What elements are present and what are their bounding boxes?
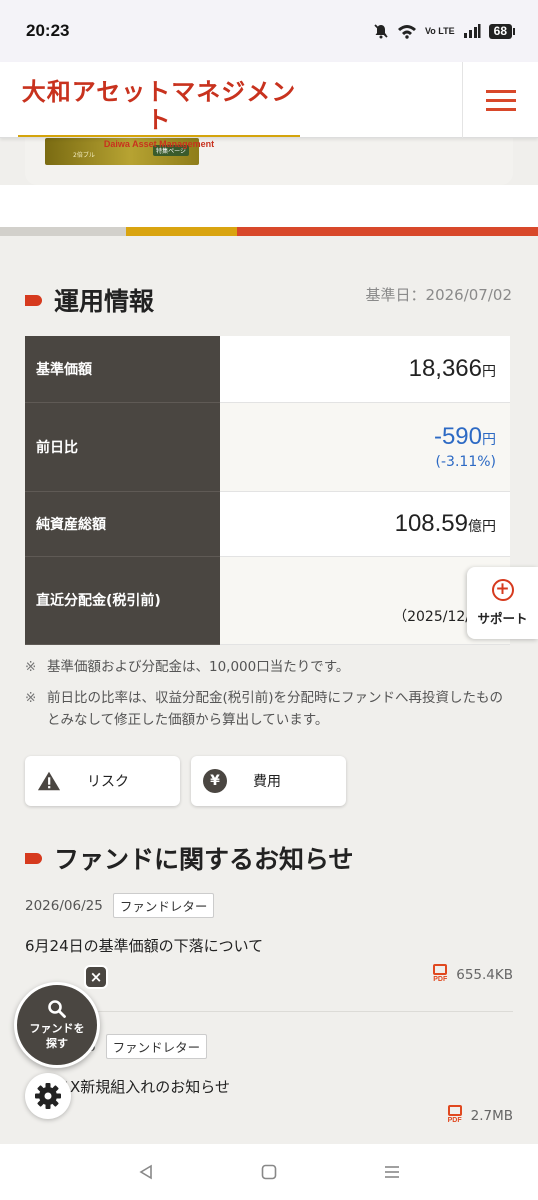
close-fab-button[interactable]: × xyxy=(84,965,108,989)
logo-text-en: Daiwa Asset Management xyxy=(103,139,215,149)
banner-small-text: 2倍ブル xyxy=(73,152,95,159)
status-bar: 20:23 Vo LTE 68 xyxy=(0,0,538,62)
heading-marker xyxy=(25,294,42,306)
signal-icon xyxy=(463,24,481,38)
note-text: 前日比の比率は、収益分配金(税引前)を分配時にファンドへ再投資したものとみなして… xyxy=(47,690,504,728)
base-date: 基準日：2026/07/02 xyxy=(365,286,512,304)
yen-icon: ¥ xyxy=(203,769,227,793)
back-icon[interactable] xyxy=(137,1163,155,1181)
file-size: 655.4KB xyxy=(456,967,513,983)
stripe-segment-gray xyxy=(0,227,126,236)
table-row: 基準価額 18,366円 xyxy=(25,336,510,403)
file-size: 2.7MB xyxy=(470,1108,513,1124)
color-stripe xyxy=(0,227,538,236)
logo-text-jp: 大和アセットマネジメント xyxy=(21,77,297,134)
risk-label: リスク xyxy=(87,774,129,790)
table-row: 純資産総額 108.59億円 xyxy=(25,491,510,557)
find-fund-label: ファンドを 探す xyxy=(30,1021,85,1051)
mute-icon xyxy=(374,24,388,39)
system-navigation-bar xyxy=(0,1144,538,1200)
plus-circle-icon: + xyxy=(491,579,514,601)
find-fund-label-line1: ファンドを xyxy=(29,1022,85,1035)
fund-info-table: 基準価額 18,366円 前日比 -590円 (-3.11%) 純資産総額 10… xyxy=(25,336,510,645)
heading-marker xyxy=(25,852,42,864)
cost-label: 費用 xyxy=(253,774,281,790)
operation-title: 運用情報 xyxy=(54,287,155,316)
pdf-icon: PDF xyxy=(445,1105,465,1127)
warning-icon xyxy=(37,769,61,793)
support-button[interactable]: + サポート xyxy=(467,567,538,639)
row-value-net-assets: 108.59億円 xyxy=(220,491,510,557)
table-row: 前日比 -590円 (-3.11%) xyxy=(25,402,510,492)
menu-bar xyxy=(485,107,516,111)
nav-unit: 円 xyxy=(482,363,496,380)
operation-heading: 運用情報 xyxy=(25,282,154,318)
battery-indicator: 68 xyxy=(488,23,516,39)
table-row: 直近分配金(税引前) （2025/12/ xyxy=(25,556,510,645)
status-icons: Vo LTE 68 xyxy=(373,23,516,39)
logo-underline xyxy=(18,135,300,137)
news-meta: 6 ファンドレター xyxy=(25,1034,513,1059)
news-title: ファンドに関するお知らせ xyxy=(54,845,354,874)
net-assets-value: 108.59 xyxy=(394,509,468,537)
recents-icon[interactable] xyxy=(383,1163,401,1181)
change-value: -590 xyxy=(433,423,482,450)
row-label-distribution: 直近分配金(税引前) xyxy=(25,556,220,645)
search-icon xyxy=(48,1000,66,1018)
row-label-change: 前日比 xyxy=(25,402,220,492)
note-mark: ※ xyxy=(25,690,37,706)
news-headline[interactable]: スX新規組入れのお知らせ xyxy=(25,1076,513,1097)
pdf-attachment[interactable]: PDF 2.7MB xyxy=(25,1105,513,1127)
note-mark: ※ xyxy=(25,659,37,675)
news-meta: 2026/06/25 ファンドレター xyxy=(25,893,513,918)
spacer xyxy=(0,185,538,227)
menu-bar xyxy=(485,98,516,102)
pdf-icon: PDF xyxy=(430,964,450,986)
news-category-tag: ファンドレター xyxy=(112,893,215,918)
risk-button[interactable]: リスク xyxy=(25,756,180,806)
gear-icon xyxy=(35,1083,61,1109)
cost-button[interactable]: ¥ 費用 xyxy=(191,756,346,806)
stripe-segment-gold xyxy=(126,227,237,236)
row-label-net-assets: 純資産総額 xyxy=(25,491,220,557)
news-heading: ファンドに関するお知らせ xyxy=(25,840,354,876)
change-unit: 円 xyxy=(482,432,496,448)
row-value-nav: 18,366円 xyxy=(220,336,510,403)
hamburger-menu-button[interactable] xyxy=(462,62,538,138)
news-category-tag: ファンドレター xyxy=(105,1034,208,1059)
news-headline[interactable]: 6月24日の基準価額の下落について xyxy=(25,935,513,956)
footnote: ※ 前日比の比率は、収益分配金(税引前)を分配時にファンドへ再投資したものとみなし… xyxy=(25,687,513,731)
footnote: ※ 基準価額および分配金は、10,000口当たりです。 xyxy=(25,656,513,678)
footnotes: ※ 基準価額および分配金は、10,000口当たりです。 ※ 前日比の比率は、収益分配… xyxy=(25,656,513,740)
row-value-change: -590円 (-3.11%) xyxy=(220,402,510,492)
find-fund-button[interactable]: ファンドを 探す xyxy=(14,982,100,1068)
nav-value: 18,366 xyxy=(408,354,482,382)
wifi-icon xyxy=(397,25,416,39)
row-label-nav: 基準価額 xyxy=(25,336,220,403)
site-header: 大和アセットマネジメント Daiwa Asset Management xyxy=(0,62,538,149)
support-label: サポート xyxy=(477,611,528,626)
distribution-date: （2025/12/ xyxy=(393,608,470,625)
change-percent: (-3.11%) xyxy=(435,454,496,470)
note-text: 基準価額および分配金は、10,000口当たりです。 xyxy=(47,659,350,675)
settings-button[interactable] xyxy=(25,1073,71,1119)
home-icon[interactable] xyxy=(260,1163,278,1181)
clock: 20:23 xyxy=(26,21,70,40)
stripe-segment-red xyxy=(237,227,538,236)
brand-logo[interactable]: 大和アセットマネジメント Daiwa Asset Management xyxy=(18,78,300,149)
net-assets-unit: 億円 xyxy=(468,518,496,535)
news-item[interactable]: 6 ファンドレター スX新規組入れのお知らせ PDF 2.7MB xyxy=(25,1034,513,1127)
volte-indicator: Vo LTE xyxy=(424,25,455,36)
find-fund-label-line2: 探す xyxy=(46,1037,68,1050)
menu-bar xyxy=(485,89,516,93)
news-date: 2026/06/25 xyxy=(25,897,103,914)
